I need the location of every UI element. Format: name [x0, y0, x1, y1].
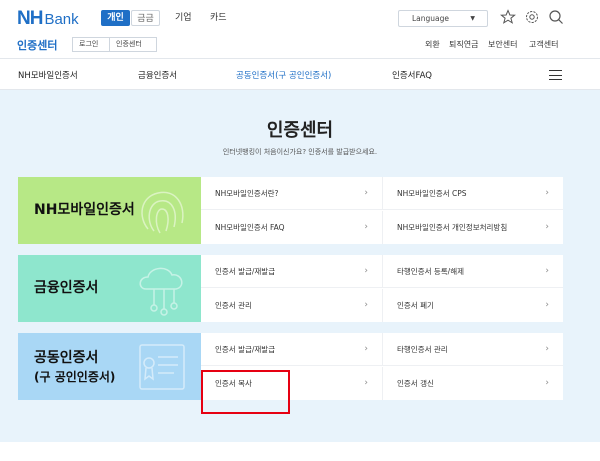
card-label-nh-mobile[interactable]: NH모바일인증서 [18, 177, 201, 244]
main-nav: NH모바일인증서 금융인증서 공동인증서(구 공인인증서) 인증서FAQ [0, 58, 600, 90]
card-nh-mobile: NH모바일인증서 NH모바일인증서란? › NH모바일인증서 CPS › NH모바일… [18, 177, 563, 244]
chevron-right-icon: › [545, 266, 549, 276]
fingerprint-icon [141, 191, 184, 234]
link-label: 인증서 발급/재발급 [215, 345, 276, 354]
chevron-right-icon: › [545, 344, 549, 354]
util-link-security[interactable]: 보안센터 [488, 39, 517, 50]
language-select[interactable]: Language ▼ [398, 10, 488, 27]
link-label: 인증서 폐기 [397, 301, 434, 310]
link-fin-issue[interactable]: 인증서 발급/재발급 › [201, 255, 383, 288]
link-label: NH모바일인증서란? [215, 189, 279, 198]
chevron-right-icon: › [364, 378, 368, 388]
highlight-box [201, 370, 290, 414]
logo-nh-text: NH [17, 8, 43, 29]
link-nh-mobile-privacy[interactable]: NH모바일인증서 개인정보처리방침 › [383, 211, 563, 244]
login-button[interactable]: 로그인 [72, 37, 110, 52]
main-content: 인증센터 인터넷뱅킹이 처음이신가요? 인증서를 발급받으세요. NH모바일인증… [0, 90, 600, 442]
chevron-right-icon: › [545, 300, 549, 310]
caret-down-icon: ▼ [470, 15, 475, 22]
language-select-value: Language [412, 14, 450, 23]
auth-center-button[interactable]: 인증센터 [109, 37, 157, 52]
link-joint-renew[interactable]: 인증서 갱신 › [383, 367, 563, 400]
chevron-right-icon: › [545, 378, 549, 388]
card-title: NH모바일인증서 [34, 202, 135, 218]
settings-icon[interactable] [524, 9, 540, 25]
menu-icon[interactable] [549, 70, 562, 80]
page-subtitle: 인터넷뱅킹이 처음이신가요? 인증서를 발급받으세요. [222, 148, 378, 156]
search-icon[interactable] [548, 9, 564, 25]
nav-item-joint-cert[interactable]: 공동인증서(구 공인인증서) [236, 69, 331, 81]
card-title: 금융인증서 [34, 280, 99, 296]
link-nh-mobile-intro[interactable]: NH모바일인증서란? › [201, 177, 383, 210]
top-header: NH Bank 개인 금금 기업 카드 Language ▼ [0, 0, 600, 36]
certificate-icon [139, 344, 185, 390]
link-fin-other-register[interactable]: 타행인증서 등록/해제 › [383, 255, 563, 288]
page-section-title[interactable]: 인증센터 [17, 37, 57, 53]
util-link-forex[interactable]: 외환 [425, 39, 440, 50]
link-label: 타행인증서 등록/해제 [397, 267, 465, 276]
card-financial-cert: 금융인증서 인증서 발급/재발급 › 타행인증서 등록/해제 › 인증서 관리 › 인… [18, 255, 563, 322]
star-icon[interactable] [500, 9, 516, 25]
card-title-line2: (구 공인인증서) [34, 370, 116, 384]
chevron-right-icon: › [364, 188, 368, 198]
link-nh-mobile-faq[interactable]: NH모바일인증서 FAQ › [201, 211, 383, 244]
link-fin-revoke[interactable]: 인증서 폐기 › [383, 289, 563, 322]
chevron-right-icon: › [364, 344, 368, 354]
chevron-right-icon: › [545, 188, 549, 198]
chevron-right-icon: › [364, 266, 368, 276]
link-joint-other-manage[interactable]: 타행인증서 관리 › [383, 333, 563, 366]
link-joint-issue[interactable]: 인증서 발급/재발급 › [201, 333, 383, 366]
nav-item-financial-cert[interactable]: 금융인증서 [138, 69, 177, 81]
util-link-pension[interactable]: 퇴직연금 [449, 39, 478, 50]
card-label-financial-cert[interactable]: 금융인증서 [18, 255, 201, 322]
tab-card[interactable]: 카드 [210, 10, 227, 26]
nav-item-faq[interactable]: 인증서FAQ [392, 69, 432, 81]
nh-bank-logo[interactable]: NH Bank [17, 8, 79, 30]
chevron-right-icon: › [545, 222, 549, 232]
chevron-right-icon: › [364, 222, 368, 232]
link-fin-manage[interactable]: 인증서 관리 › [201, 289, 383, 322]
nav-item-nh-mobile[interactable]: NH모바일인증서 [18, 69, 78, 81]
chevron-right-icon: › [364, 300, 368, 310]
card-title-line1: 공동인증서 [34, 350, 99, 366]
link-label: NH모바일인증서 CPS [397, 189, 467, 198]
util-link-customer[interactable]: 고객센터 [529, 39, 558, 50]
cloud-network-icon [139, 267, 183, 316]
link-label: NH모바일인증서 개인정보처리방침 [397, 223, 508, 232]
link-label: 인증서 관리 [215, 301, 252, 310]
logo-bank-text: Bank [44, 11, 79, 28]
card-joint-cert: 공동인증서 (구 공인인증서) 인증서 발급/재발급 › 타행인증서 관리 › 인증… [18, 333, 563, 400]
tab-personal[interactable]: 개인 [101, 10, 130, 26]
link-label: 인증서 발급/재발급 [215, 267, 276, 276]
tab-corporate[interactable]: 기업 [175, 10, 192, 26]
link-nh-mobile-cps[interactable]: NH모바일인증서 CPS › [383, 177, 563, 210]
link-label: NH모바일인증서 FAQ [215, 223, 285, 232]
tab-finance[interactable]: 금금 [131, 10, 160, 26]
sub-header: 인증센터 로그인 인증센터 외환 퇴직연금 보안센터 고객센터 [0, 36, 600, 58]
link-label: 타행인증서 관리 [397, 345, 448, 354]
page-title: 인증센터 [266, 120, 334, 141]
link-label: 인증서 갱신 [397, 379, 434, 388]
card-label-joint-cert[interactable]: 공동인증서 (구 공인인증서) [18, 333, 201, 400]
